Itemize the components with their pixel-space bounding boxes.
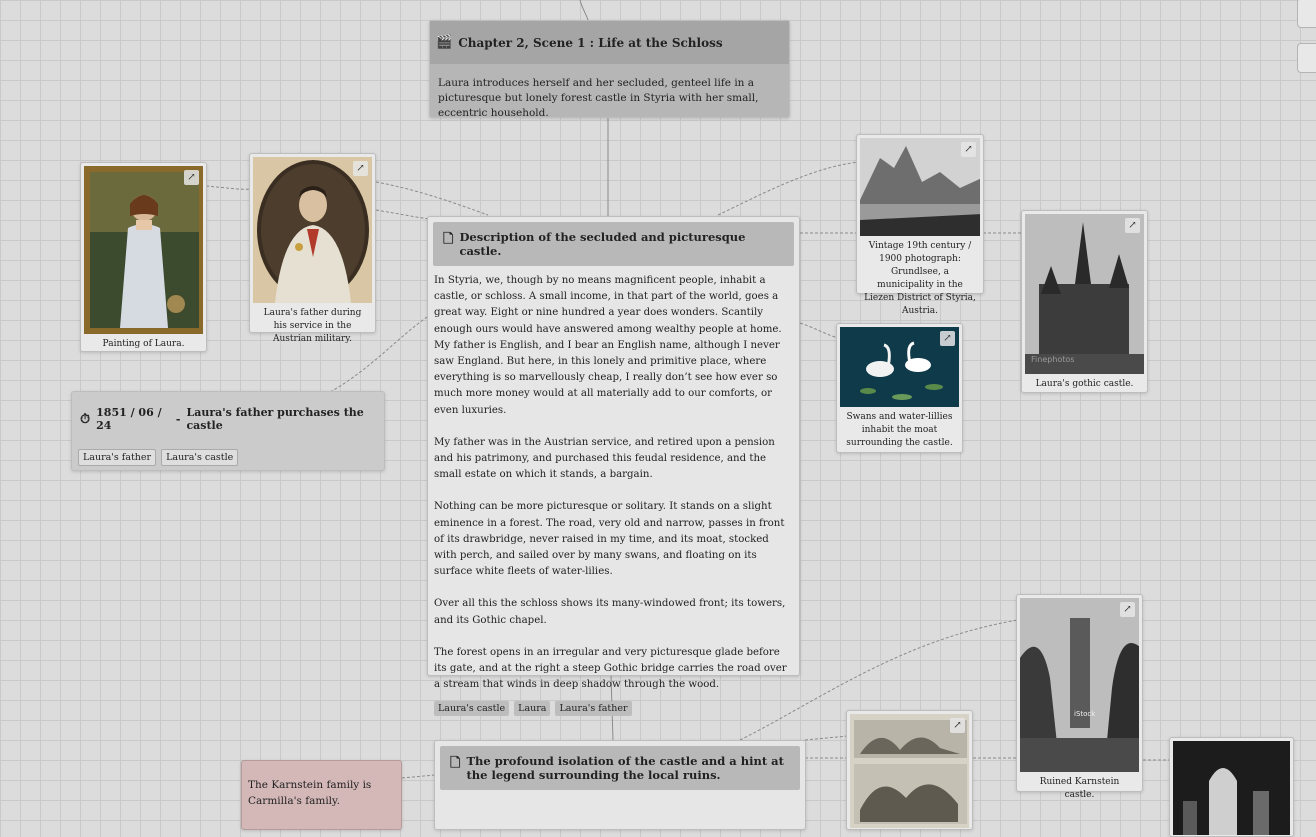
image-card-swans[interactable]: ↗ Swans and water-lillies inhabit the mo… — [836, 323, 963, 453]
stopwatch-icon: ⏱ — [80, 411, 91, 427]
tag-lauras-father[interactable]: Laura's father — [78, 449, 157, 466]
event-title: Laura's father purchases the castle — [186, 406, 364, 432]
image-card-father-portrait[interactable]: ↗ Laura's father during his service in t… — [249, 153, 376, 344]
external-link-icon[interactable]: ↗ — [961, 142, 976, 157]
image-card-graveyard[interactable] — [1169, 737, 1294, 837]
father-portrait-image: ↗ — [253, 157, 372, 303]
event-tag-list: Laura's father Laura's castle — [74, 449, 242, 466]
tag-lauras-father[interactable]: Laura's father — [555, 701, 632, 717]
image-caption: Laura's father during his service in the… — [263, 308, 362, 344]
engraving-image: ↗ — [850, 714, 969, 828]
paragraph: Nothing can be more picturesque or solit… — [434, 501, 785, 578]
karnstein-note[interactable]: The Karnstein family is Carmilla's famil… — [241, 760, 402, 830]
external-link-icon[interactable]: ↗ — [184, 170, 199, 185]
external-link-icon[interactable]: ↗ — [950, 718, 965, 733]
description-card-header[interactable]: 🗋 Description of the secluded and pictur… — [433, 222, 794, 266]
paragraph: In Styria, we, though by no means magnif… — [434, 275, 782, 416]
external-link-icon[interactable]: ↗ — [1120, 602, 1135, 617]
document-icon: 🗋 — [443, 232, 454, 247]
panel-toggle-button[interactable] — [1297, 0, 1316, 28]
document-icon: 🗋 — [450, 756, 461, 771]
paragraph: My father was in the Austrian service, a… — [434, 436, 775, 481]
tag-list: Laura's castle Laura Laura's father — [428, 701, 799, 722]
external-link-icon[interactable]: ↗ — [1125, 218, 1140, 233]
image-caption: Laura's gothic castle. — [1035, 379, 1134, 389]
event-title-row: ⏱ 1851 / 06 / 24 - Laura's father purcha… — [72, 392, 384, 432]
event-card[interactable]: ⏱ 1851 / 06 / 24 - Laura's father purcha… — [71, 391, 385, 471]
paragraph: Over all this the schloss shows its many… — [434, 598, 786, 626]
description-title: Description of the secluded and pictures… — [459, 230, 746, 258]
image-caption: Swans and water-lillies inhabit the moat… — [846, 412, 953, 448]
image-card-grundlsee[interactable]: ↗ Vintage 19th century / 1900 photograph… — [856, 134, 984, 316]
clapperboard-icon: 🎬 — [436, 35, 453, 50]
image-card-engraving[interactable]: ↗ — [846, 710, 973, 830]
image-caption: Ruined Karnstein castle. — [1039, 777, 1120, 800]
image-caption: Vintage 19th century / 1900 photograph: … — [864, 241, 976, 316]
grundlsee-image: ↗ — [860, 138, 980, 236]
event-separator: - — [175, 412, 181, 426]
tag-lauras-castle[interactable]: Laura's castle — [161, 449, 239, 466]
laura-painting-image: ↗ — [84, 166, 203, 334]
scene-card[interactable]: 🎬 Chapter 2, Scene 1 : Life at the Schlo… — [429, 20, 790, 119]
isolation-title: The profound isolation of the castle and… — [466, 754, 784, 782]
isolation-card-header[interactable]: 🗋 The profound isolation of the castle a… — [440, 746, 800, 790]
note-text: The Karnstein family is Carmilla's famil… — [248, 779, 372, 807]
ruined-karnstein-image: iStock ↗ — [1020, 598, 1139, 772]
scene-card-header[interactable]: 🎬 Chapter 2, Scene 1 : Life at the Schlo… — [430, 21, 789, 64]
description-body: In Styria, we, though by no means magnif… — [428, 271, 799, 701]
swans-image: ↗ — [840, 327, 959, 407]
scene-title: Chapter 2, Scene 1 : Life at the Schloss — [458, 35, 723, 50]
watermark: iStock — [1074, 710, 1096, 718]
panel-control-button[interactable] — [1297, 43, 1316, 73]
isolation-card[interactable]: 🗋 The profound isolation of the castle a… — [434, 740, 806, 830]
image-card-laura-painting[interactable]: ↗ Painting of Laura. — [80, 162, 207, 352]
gothic-castle-image: Finephotos ↗ — [1025, 214, 1144, 374]
graveyard-image — [1173, 741, 1290, 835]
external-link-icon[interactable]: ↗ — [940, 331, 955, 346]
external-link-icon[interactable]: ↗ — [353, 161, 368, 176]
image-card-gothic-castle[interactable]: Finephotos ↗ Laura's gothic castle. — [1021, 210, 1148, 393]
scene-description: Laura introduces herself and her seclude… — [438, 77, 759, 119]
image-caption: Painting of Laura. — [102, 339, 185, 349]
image-card-ruined-karnstein[interactable]: iStock ↗ Ruined Karnstein castle. — [1016, 594, 1143, 800]
event-date: 1851 / 06 / 24 — [96, 406, 162, 432]
paragraph: The forest opens in an irregular and ver… — [434, 646, 787, 691]
watermark: Finephotos — [1031, 355, 1074, 364]
tag-laura[interactable]: Laura — [514, 701, 551, 717]
tag-lauras-castle[interactable]: Laura's castle — [434, 701, 510, 717]
description-card[interactable]: 🗋 Description of the secluded and pictur… — [427, 216, 800, 717]
